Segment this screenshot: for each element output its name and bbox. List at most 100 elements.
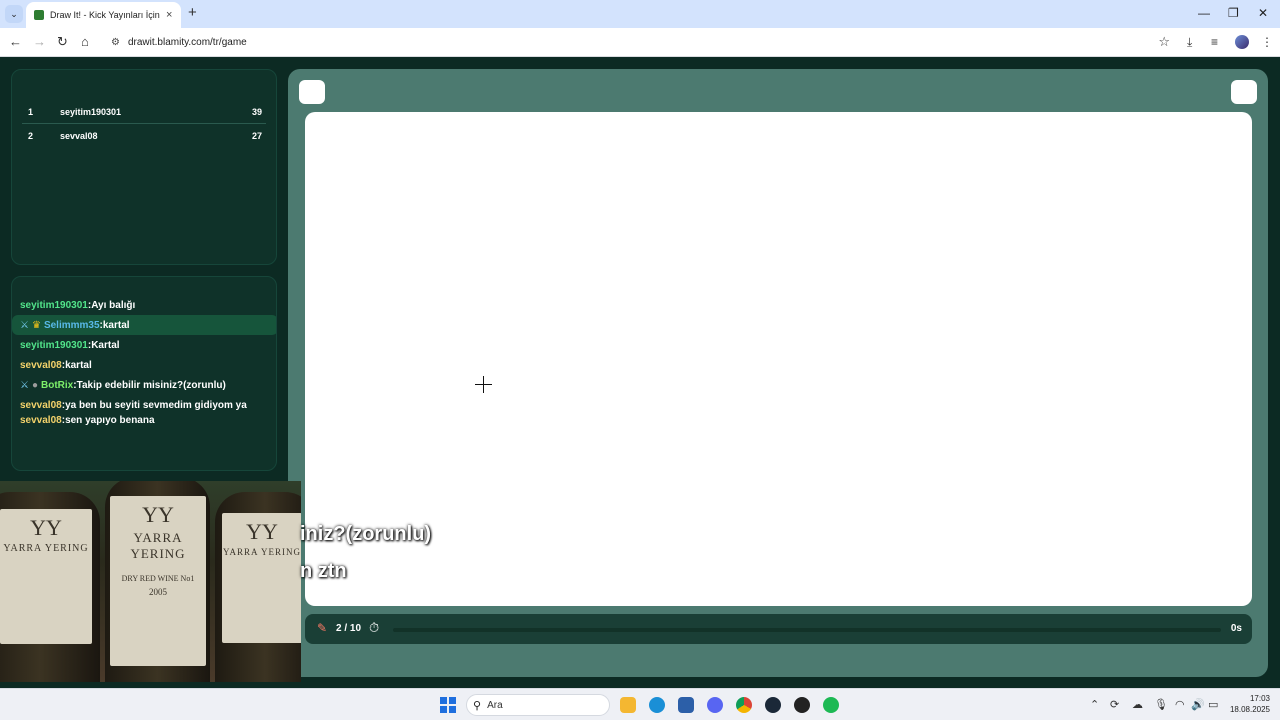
reading-list-icon[interactable]: ≡: [1211, 35, 1218, 49]
new-tab-button[interactable]: +: [188, 4, 197, 21]
chat-username[interactable]: sevval08: [20, 400, 62, 411]
taskbar-clock[interactable]: 17:03 18.08.2025: [1228, 693, 1270, 715]
score-player-name: seyitim190301: [60, 106, 122, 117]
score-rank: 2: [28, 131, 34, 141]
chat-text: kartal: [65, 359, 92, 371]
tab-title: Draw It! - Kick Yayınları İçin Çiz: [50, 10, 160, 20]
wine-label-left: YY YARRA YERING: [0, 509, 92, 644]
wine-logo: YY: [246, 519, 278, 544]
stopwatch-icon: ⏱: [369, 620, 380, 635]
menu-kebab-icon[interactable]: ⋮: [1261, 35, 1273, 49]
minimize-button[interactable]: —: [1198, 6, 1210, 20]
home-icon[interactable]: ⌂: [81, 35, 89, 49]
crosshair-cursor-icon: [475, 376, 492, 393]
chat-text: sen yapıyo benana: [65, 415, 155, 426]
round-counter: 2 / 10: [336, 623, 362, 634]
chat-text: kartal: [102, 319, 130, 331]
tray-cloud-icon[interactable]: ☁: [1132, 698, 1143, 711]
stream-caption: iniz?(zorunlu): [300, 523, 432, 545]
score-points: 39: [251, 106, 262, 117]
microphone-icon[interactable]: 🎙: [1154, 698, 1168, 711]
wine-year: 2005: [149, 587, 167, 597]
close-window-button[interactable]: ✕: [1258, 6, 1268, 20]
search-placeholder: Ara: [487, 699, 503, 711]
reload-icon[interactable]: ↻: [57, 35, 68, 49]
time-progress-track: [393, 628, 1221, 632]
windows-start-icon[interactable]: [440, 697, 456, 713]
time-left: 0s: [1230, 623, 1242, 634]
wine-label-center: YY YARRA YERING DRY RED WINE No1 2005: [110, 496, 206, 666]
bookmark-star-icon[interactable]: ☆: [1158, 34, 1170, 50]
score-player-name: sevval08: [60, 131, 98, 141]
chat-message: ⚔ ● BotRix: Takip edebilir misiniz?(zorun…: [20, 379, 226, 391]
webcam-overlay: YY YARRA YERING YY YARRA YERING DRY RED …: [0, 481, 301, 682]
clock-time: 17:03: [1249, 694, 1270, 703]
tab-close-icon[interactable]: ×: [166, 9, 172, 21]
app-icon[interactable]: [794, 697, 810, 713]
chat-username[interactable]: sevval08: [20, 415, 62, 426]
chrome-icon[interactable]: [736, 697, 752, 713]
steam-icon[interactable]: [765, 697, 781, 713]
file-explorer-icon[interactable]: [620, 697, 636, 713]
chat-text: Takip edebilir misiniz?(zorunlu): [76, 379, 226, 391]
discord-icon[interactable]: [707, 697, 723, 713]
chat-username[interactable]: BotRix: [41, 380, 73, 391]
chat-message: seyitim190301: Kartal: [20, 339, 120, 351]
edge-icon[interactable]: [649, 697, 665, 713]
wine-logo: YY: [142, 502, 174, 527]
stream-caption: n ztn: [300, 560, 347, 582]
scoreboard-panel: 1 seyitim190301 39 2 sevval08 27: [11, 69, 277, 265]
forward-arrow-icon[interactable]: →: [33, 35, 46, 49]
wine-brand: YARRA YERING: [3, 543, 89, 554]
wifi-icon[interactable]: ◠: [1175, 698, 1185, 711]
chat-message: seyitim190301: Ayı balığı: [20, 299, 136, 311]
score-row: 2 sevval08 27: [22, 124, 266, 148]
search-icon: ⚲: [473, 699, 482, 712]
drawing-canvas[interactable]: [305, 112, 1252, 606]
wine-brand: YARRA YERING: [130, 530, 186, 561]
chat-username[interactable]: seyitim190301: [20, 340, 88, 351]
browser-toolbar: ← → ↻ ⌂ ⚙ drawit.blamity.com/tr/game ☆ ⤓…: [0, 28, 1280, 57]
url-text: drawit.blamity.com/tr/game: [127, 36, 247, 48]
windows-taskbar: ⚲ Ara ⌃ ⟳ ☁ 🎙 ◠ 🔊 ▭ 17:03 18.08.2025: [0, 688, 1280, 720]
profile-avatar[interactable]: [1235, 35, 1249, 49]
moderator-sword-icon: ⚔: [20, 379, 29, 391]
browser-tab-strip: ⌄ Draw It! - Kick Yayınları İçin Çiz × +…: [0, 0, 1280, 28]
back-arrow-icon[interactable]: ←: [9, 35, 22, 49]
chat-username[interactable]: sevval08: [20, 360, 62, 371]
moderator-sword-icon: ⚔: [20, 319, 29, 331]
score-row: 1 seyitim190301 39: [22, 100, 266, 124]
chat-username[interactable]: seyitim190301: [20, 300, 88, 311]
pencil-icon: ✎: [317, 621, 328, 635]
board-right-button[interactable]: [1231, 80, 1257, 104]
chat-message: sevval08: ya ben bu seyiti sevmedim gidiy…: [20, 399, 247, 411]
wine-label-right: YY YARRA YERING: [222, 513, 301, 643]
crown-icon: ♛: [31, 319, 41, 331]
wine-name: DRY RED WINE No1: [121, 574, 195, 583]
download-icon[interactable]: ⤓: [1187, 35, 1192, 50]
chat-message-highlighted: ⚔ ♛ Selimmm35: kartal: [12, 315, 276, 335]
chat-username[interactable]: Selimmm35: [44, 320, 100, 331]
score-points: 27: [251, 131, 262, 141]
wine-logo: YY: [30, 515, 62, 540]
site-info-icon[interactable]: ⚙: [111, 37, 120, 48]
restore-button[interactable]: ❐: [1228, 6, 1239, 20]
bot-icon: ●: [31, 379, 39, 391]
taskbar-search[interactable]: ⚲ Ara: [466, 694, 610, 716]
tab-search-chevron-icon[interactable]: ⌄: [5, 5, 23, 23]
round-status-bar: ✎ 2 / 10 ⏱ 0s: [305, 614, 1252, 644]
chat-message-partial: sevval08: sen yapıyo benana: [20, 415, 155, 426]
clock-date: 18.08.2025: [1229, 705, 1270, 714]
volume-icon[interactable]: 🔊: [1191, 698, 1205, 711]
store-icon[interactable]: [678, 697, 694, 713]
board-left-button[interactable]: [299, 80, 325, 104]
address-bar[interactable]: ⚙ drawit.blamity.com/tr/game ☆: [103, 31, 1176, 53]
tray-sync-icon[interactable]: ⟳: [1110, 698, 1119, 711]
tray-chevron-up-icon[interactable]: ⌃: [1090, 698, 1099, 711]
drawit-favicon-icon: [34, 10, 44, 20]
chat-text: Kartal: [91, 339, 120, 351]
battery-icon[interactable]: ▭: [1208, 698, 1218, 711]
chat-message: sevval08: kartal: [20, 359, 92, 371]
spotify-icon[interactable]: [823, 697, 839, 713]
browser-tab-active[interactable]: Draw It! - Kick Yayınları İçin Çiz ×: [26, 2, 181, 28]
